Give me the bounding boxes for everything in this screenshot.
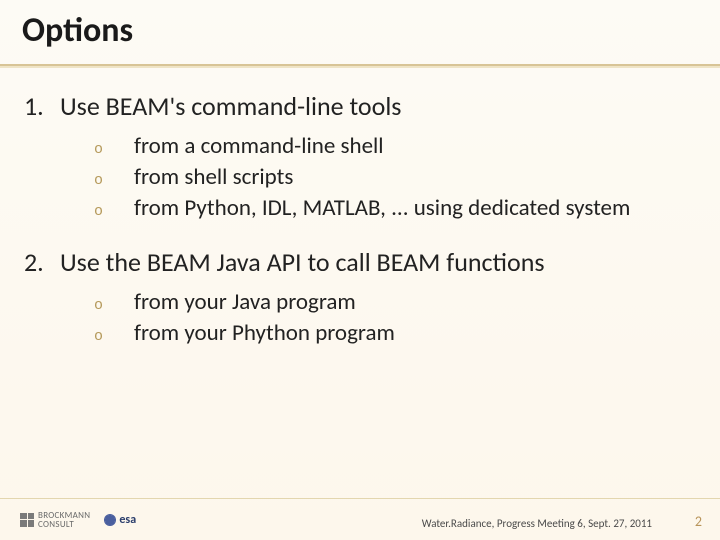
list-number: 2. — [24, 246, 60, 278]
slide: Options 1. Use BEAM's command-line tools… — [0, 0, 720, 540]
esa-logo: esa — [104, 513, 136, 527]
list-text: Use the BEAM Java API to call BEAM funct… — [60, 246, 545, 278]
list-item: 1. Use BEAM's command-line tools — [24, 90, 690, 122]
sub-item: o from your Phython program — [94, 319, 690, 348]
esa-globe-icon — [104, 514, 116, 526]
sub-text: from Python, IDL, MATLAB, ... using dedi… — [134, 194, 690, 223]
bullet-icon: o — [94, 172, 134, 191]
bullet-icon: o — [94, 203, 134, 222]
sub-item: o from your Java program — [94, 288, 690, 317]
logo-text: CONSULT — [38, 520, 90, 529]
sub-item: o from Python, IDL, MATLAB, ... using de… — [94, 194, 690, 223]
footer: BROCKMANN CONSULT esa Water.Radiance, Pr… — [0, 498, 720, 540]
sub-item: o from shell scripts — [94, 163, 690, 192]
footer-logos: BROCKMANN CONSULT esa — [20, 511, 136, 529]
sub-text: from your Java program — [134, 288, 690, 317]
brockmann-consult-logo: BROCKMANN CONSULT — [20, 511, 90, 529]
sub-list: o from a command-line shell o from shell… — [94, 132, 690, 222]
list-text: Use BEAM's command-line tools — [60, 90, 401, 122]
logo-squares-icon — [20, 513, 34, 527]
sub-item: o from a command-line shell — [94, 132, 690, 161]
list-item: 2. Use the BEAM Java API to call BEAM fu… — [24, 246, 690, 278]
bullet-icon: o — [94, 297, 134, 316]
bullet-icon: o — [94, 141, 134, 160]
slide-title: Options — [22, 10, 720, 51]
logo-text: esa — [119, 513, 136, 527]
sub-text: from a command-line shell — [134, 132, 690, 161]
title-band: Options — [0, 0, 720, 66]
page-number: 2 — [695, 513, 702, 530]
content-area: 1. Use BEAM's command-line tools o from … — [24, 90, 690, 372]
footer-meta: Water.Radiance, Progress Meeting 6, Sept… — [422, 517, 652, 530]
sub-text: from your Phython program — [134, 319, 690, 348]
sub-text: from shell scripts — [134, 163, 690, 192]
bullet-icon: o — [94, 328, 134, 347]
list-number: 1. — [24, 90, 60, 122]
sub-list: o from your Java program o from your Phy… — [94, 288, 690, 348]
